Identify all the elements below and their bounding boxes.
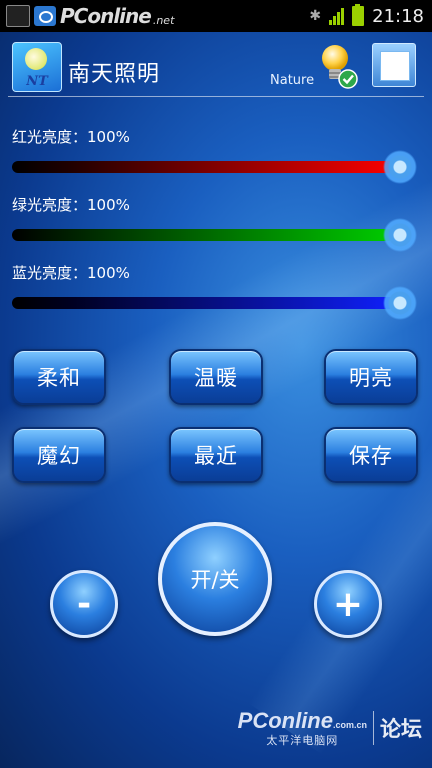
- app-header: NT 南天照明 Nature: [0, 32, 432, 96]
- watermark-logo: PConline.com.cn: [237, 708, 367, 733]
- app-title: 南天照明: [68, 62, 161, 87]
- color-preview-swatch: [380, 51, 410, 81]
- watermark-separator: [373, 711, 374, 745]
- mode-label: Nature: [270, 73, 315, 88]
- watermark-forum: 论坛: [380, 717, 422, 741]
- watermark-left: PConline.com.cn 太平洋电脑网: [238, 708, 367, 748]
- battery-icon: [352, 4, 365, 26]
- header-divider: [8, 96, 424, 97]
- watermark-subtitle: 太平洋电脑网: [266, 734, 339, 747]
- status-bar: PConline .net ✱ 21:18: [0, 0, 432, 32]
- increase-button[interactable]: +: [314, 570, 382, 638]
- bright-preset-button[interactable]: 明亮: [324, 349, 418, 405]
- magic-preset-button[interactable]: 魔幻: [12, 427, 106, 483]
- red-brightness-slider[interactable]: [12, 161, 402, 173]
- decrease-button[interactable]: -: [50, 570, 118, 638]
- blue-brightness-slider[interactable]: [12, 297, 402, 309]
- blue-brightness-label: 蓝光亮度：100%: [12, 264, 130, 282]
- blue-slider-thumb[interactable]: [383, 286, 417, 320]
- sync-notification-icon: [34, 6, 56, 26]
- watermark-brand-net: .net: [152, 13, 175, 27]
- soft-preset-button[interactable]: 柔和: [12, 349, 106, 405]
- logo-text: NT: [26, 74, 48, 89]
- red-slider-thumb[interactable]: [383, 150, 417, 184]
- green-slider-thumb[interactable]: [383, 218, 417, 252]
- color-preview-button[interactable]: [372, 43, 416, 87]
- red-brightness-label: 红光亮度：100%: [12, 128, 130, 146]
- status-notifications: PConline .net: [6, 4, 174, 28]
- save-button[interactable]: 保存: [324, 427, 418, 483]
- app-logo: NT: [12, 42, 62, 92]
- green-brightness-slider[interactable]: [12, 229, 402, 241]
- signal-icon: [329, 7, 345, 25]
- bulb-check-icon[interactable]: [318, 42, 358, 90]
- gallery-notification-icon: [6, 5, 30, 27]
- watermark-domain: .com.cn: [332, 720, 367, 730]
- green-brightness-label: 绿光亮度：100%: [12, 196, 130, 214]
- bluetooth-icon: ✱: [309, 8, 322, 24]
- recent-preset-button[interactable]: 最近: [169, 427, 263, 483]
- warm-preset-button[interactable]: 温暖: [169, 349, 263, 405]
- status-time: 21:18: [372, 5, 424, 27]
- power-toggle-button[interactable]: 开/关: [158, 522, 272, 636]
- watermark-brand: PConline: [60, 4, 152, 28]
- watermark: PConline.com.cn 太平洋电脑网 论坛: [238, 708, 422, 748]
- status-indicators: ✱ 21:18: [309, 0, 424, 32]
- logo-bulb-icon: [25, 48, 47, 70]
